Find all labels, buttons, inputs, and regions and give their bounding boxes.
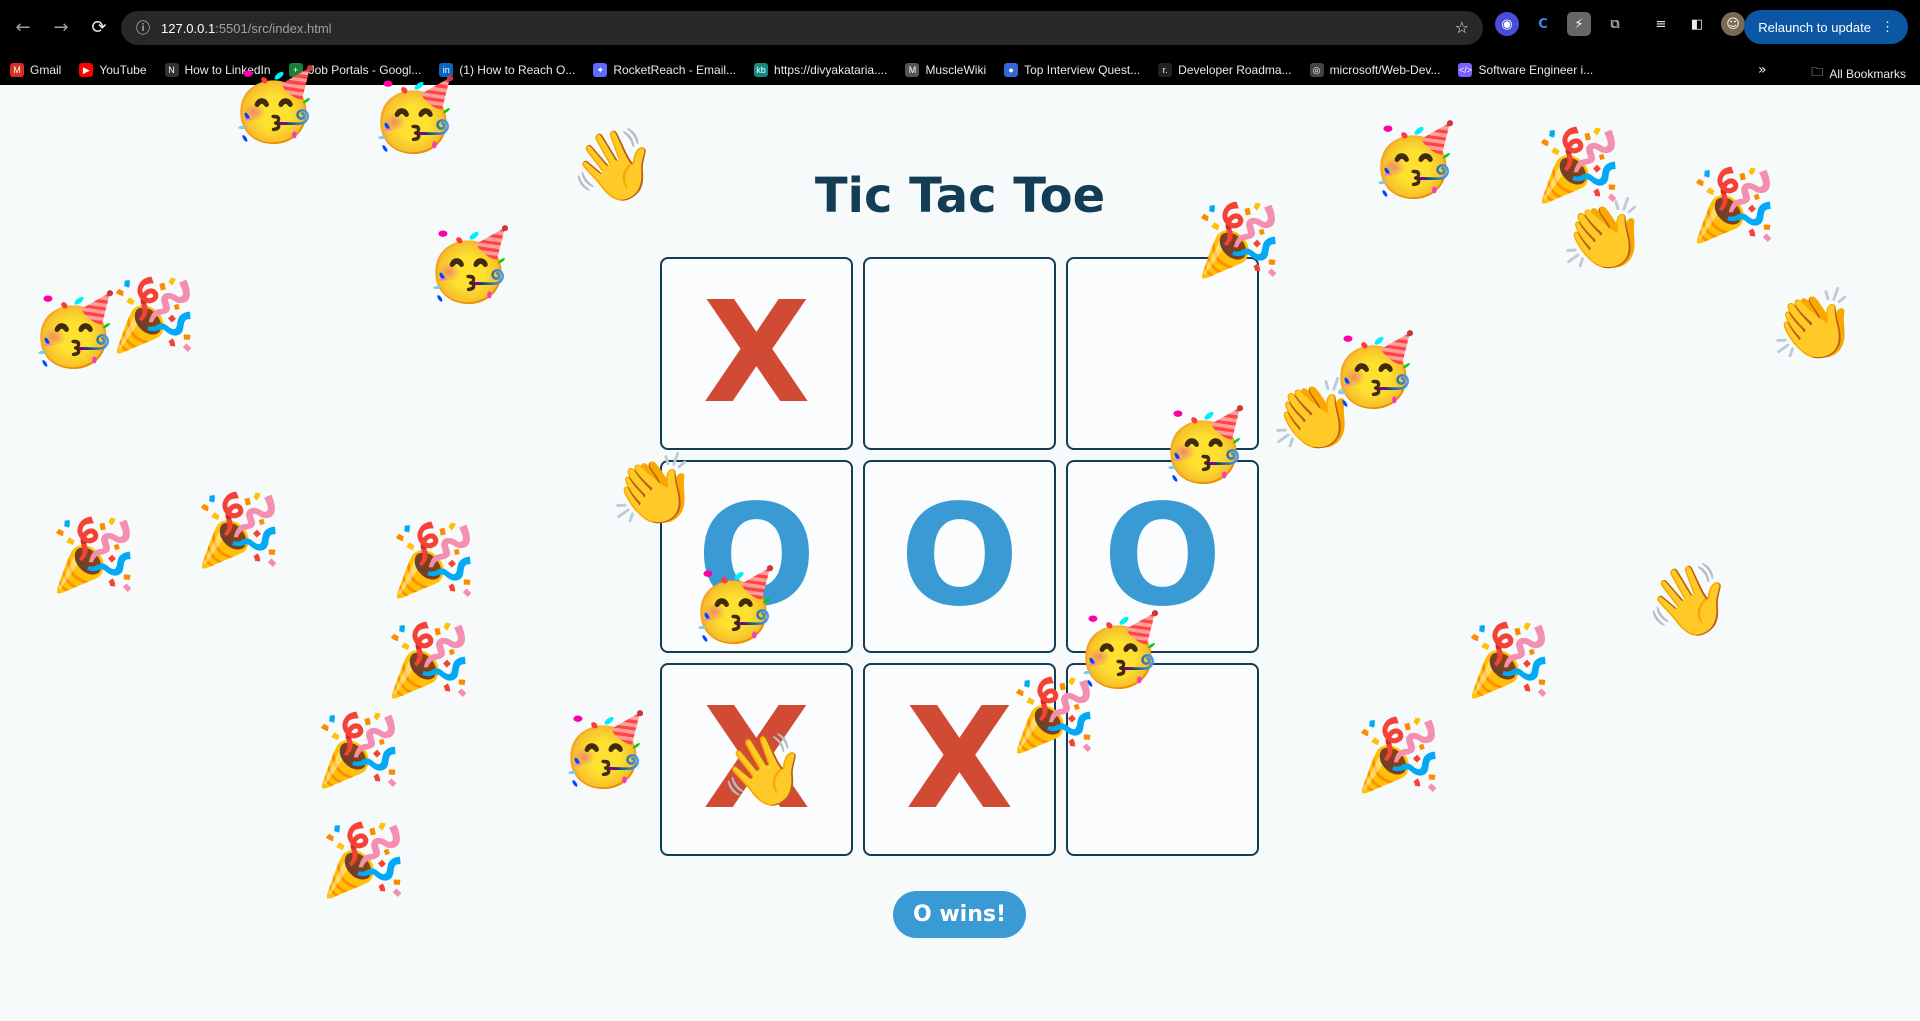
all-bookmarks-label: All Bookmarks (1829, 66, 1906, 81)
url-text[interactable]: 127.0.0.1:5501/src/index.html (161, 21, 332, 36)
bookmark-favicon-icon: N (164, 63, 179, 77)
bookmark-item[interactable]: M MuscleWiki (905, 63, 986, 77)
address-bar[interactable]: ⓘ 127.0.0.1:5501/src/index.html ☆ (121, 11, 1483, 45)
bookmark-label: Job Portals - Googl... (308, 63, 422, 77)
celebration-emoji-icon: 🎉 (195, 489, 283, 571)
board-cell-9[interactable] (1066, 663, 1259, 856)
bookmark-label: Developer Roadma... (1178, 63, 1292, 77)
bookmark-item[interactable]: ◎ microsoft/Web-Dev... (1309, 63, 1441, 77)
bookmark-favicon-icon: ✦ (593, 63, 608, 77)
url-host: 127.0.0.1 (161, 20, 216, 36)
bookmark-label: https://divyakataria.... (774, 63, 888, 77)
more-menu-icon[interactable]: ⋮ (1881, 19, 1894, 35)
celebration-emoji-icon: 👋 (1645, 559, 1733, 641)
status-badge: O wins! (893, 891, 1026, 938)
bookmark-item[interactable]: ✦ RocketReach - Email... (593, 63, 736, 77)
extension-lightning-icon[interactable]: ⚡ (1567, 12, 1591, 36)
celebration-emoji-icon: 🎉 (110, 274, 198, 356)
bookmark-item[interactable]: N How to LinkedIn (164, 63, 271, 77)
celebration-emoji-icon: 🎉 (315, 709, 403, 791)
back-arrow-icon[interactable]: ← (8, 13, 38, 43)
celebration-emoji-icon: 🎉 (320, 819, 408, 901)
bookmark-favicon-icon: in (439, 63, 454, 77)
board-cell-3[interactable] (1066, 257, 1259, 450)
more-bookmarks-chevron-icon[interactable]: » (1758, 62, 1767, 78)
bookmark-label: microsoft/Web-Dev... (1329, 63, 1441, 77)
bookmark-item[interactable]: ▶ YouTube (79, 63, 147, 77)
bookmark-label: YouTube (99, 63, 147, 77)
celebration-emoji-icon: 🎉 (385, 619, 473, 701)
celebration-emoji-icon: 🥳 (370, 74, 458, 156)
celebration-emoji-icon: 🎉 (390, 519, 478, 601)
board-cell-1[interactable]: X (660, 257, 853, 450)
bookmark-item[interactable]: </> Software Engineer i... (1458, 63, 1593, 77)
bookmark-item[interactable]: kb https://divyakataria.... (754, 63, 887, 77)
all-bookmarks-button[interactable]: 🗀 All Bookmarks (1811, 63, 1906, 84)
extension-c-icon[interactable]: C (1531, 12, 1555, 36)
bookmark-favicon-icon: kb (754, 63, 769, 77)
bookmarks-bar: M Gmail ▶ YouTube N How to LinkedIn + Job Porta… (0, 55, 1920, 85)
bookmark-favicon-icon: M (10, 63, 24, 77)
celebration-emoji-icon: 👏 (1270, 374, 1358, 456)
bookmark-item[interactable]: r. Developer Roadma... (1158, 63, 1292, 77)
bookmark-label: How to LinkedIn (184, 63, 271, 77)
bookmark-favicon-icon: M (905, 63, 920, 77)
bookmark-label: Gmail (30, 63, 62, 77)
folder-icon: 🗀 (1811, 65, 1824, 79)
bookmark-label: Software Engineer i... (1478, 63, 1594, 77)
profile-avatar[interactable]: ☺ (1721, 12, 1745, 36)
celebration-emoji-icon: 🎉 (1355, 714, 1443, 796)
celebration-emoji-icon: 🥳 (1330, 329, 1418, 411)
relaunch-button[interactable]: Relaunch to update ⋮ (1744, 10, 1908, 44)
browser-toolbar: ← → ⟳ ⓘ 127.0.0.1:5501/src/index.html ☆ … (0, 0, 1920, 55)
bookmark-item[interactable]: in (1) How to Reach O... (439, 63, 575, 77)
game-board: XOOOXX (660, 257, 1260, 857)
extension-globe-icon[interactable]: ◉ (1495, 12, 1519, 36)
bookmark-item[interactable]: M Gmail (10, 63, 61, 77)
bookmark-label: RocketReach - Email... (613, 63, 737, 77)
bookmark-label: MuscleWiki (925, 63, 987, 77)
media-controls-icon[interactable]: ≡ (1649, 12, 1673, 36)
bookmark-star-icon[interactable]: ☆ (1455, 18, 1469, 37)
celebration-emoji-icon: 🥳 (425, 224, 513, 306)
extensions-puzzle-icon[interactable]: ⧉ (1603, 12, 1627, 36)
bookmark-favicon-icon: ▶ (79, 63, 94, 77)
celebration-emoji-icon: 🥳 (560, 709, 648, 791)
bookmark-item[interactable]: + Job Portals - Googl... (288, 63, 422, 77)
bookmark-favicon-icon: ◎ (1309, 63, 1324, 77)
side-panel-icon[interactable]: ◧ (1685, 12, 1709, 36)
page-title: Tic Tac Toe (814, 168, 1106, 224)
celebration-emoji-icon: 👏 (1770, 284, 1858, 366)
board-cell-8[interactable]: X (863, 663, 1056, 856)
bookmark-favicon-icon: + (288, 63, 303, 77)
reload-icon[interactable]: ⟳ (84, 13, 114, 43)
bookmark-label: (1) How to Reach O... (459, 63, 576, 77)
bookmark-label: Top Interview Quest... (1024, 63, 1141, 77)
board-cell-5[interactable]: O (863, 460, 1056, 653)
extensions-row: ◉ C ⚡ ⧉ ≡ ◧ ☺ (1495, 12, 1745, 36)
url-path: :5501/src/index.html (215, 20, 332, 36)
relaunch-label: Relaunch to update (1758, 19, 1871, 35)
site-info-icon[interactable]: ⓘ (133, 18, 153, 38)
bookmark-favicon-icon: </> (1458, 63, 1473, 77)
bookmark-favicon-icon: ● (1004, 63, 1019, 77)
board-cell-2[interactable] (863, 257, 1056, 450)
board-cell-7[interactable]: X (660, 663, 853, 856)
bookmark-favicon-icon: r. (1158, 63, 1173, 77)
board-cell-4[interactable]: O (660, 460, 853, 653)
board-cell-6[interactable]: O (1066, 460, 1259, 653)
forward-arrow-icon[interactable]: → (46, 13, 76, 43)
celebration-emoji-icon: 🥳 (30, 289, 118, 371)
celebration-emoji-icon: 🎉 (1465, 619, 1553, 701)
bookmark-item[interactable]: ● Top Interview Quest... (1004, 63, 1140, 77)
celebration-emoji-icon: 🎉 (50, 514, 138, 596)
